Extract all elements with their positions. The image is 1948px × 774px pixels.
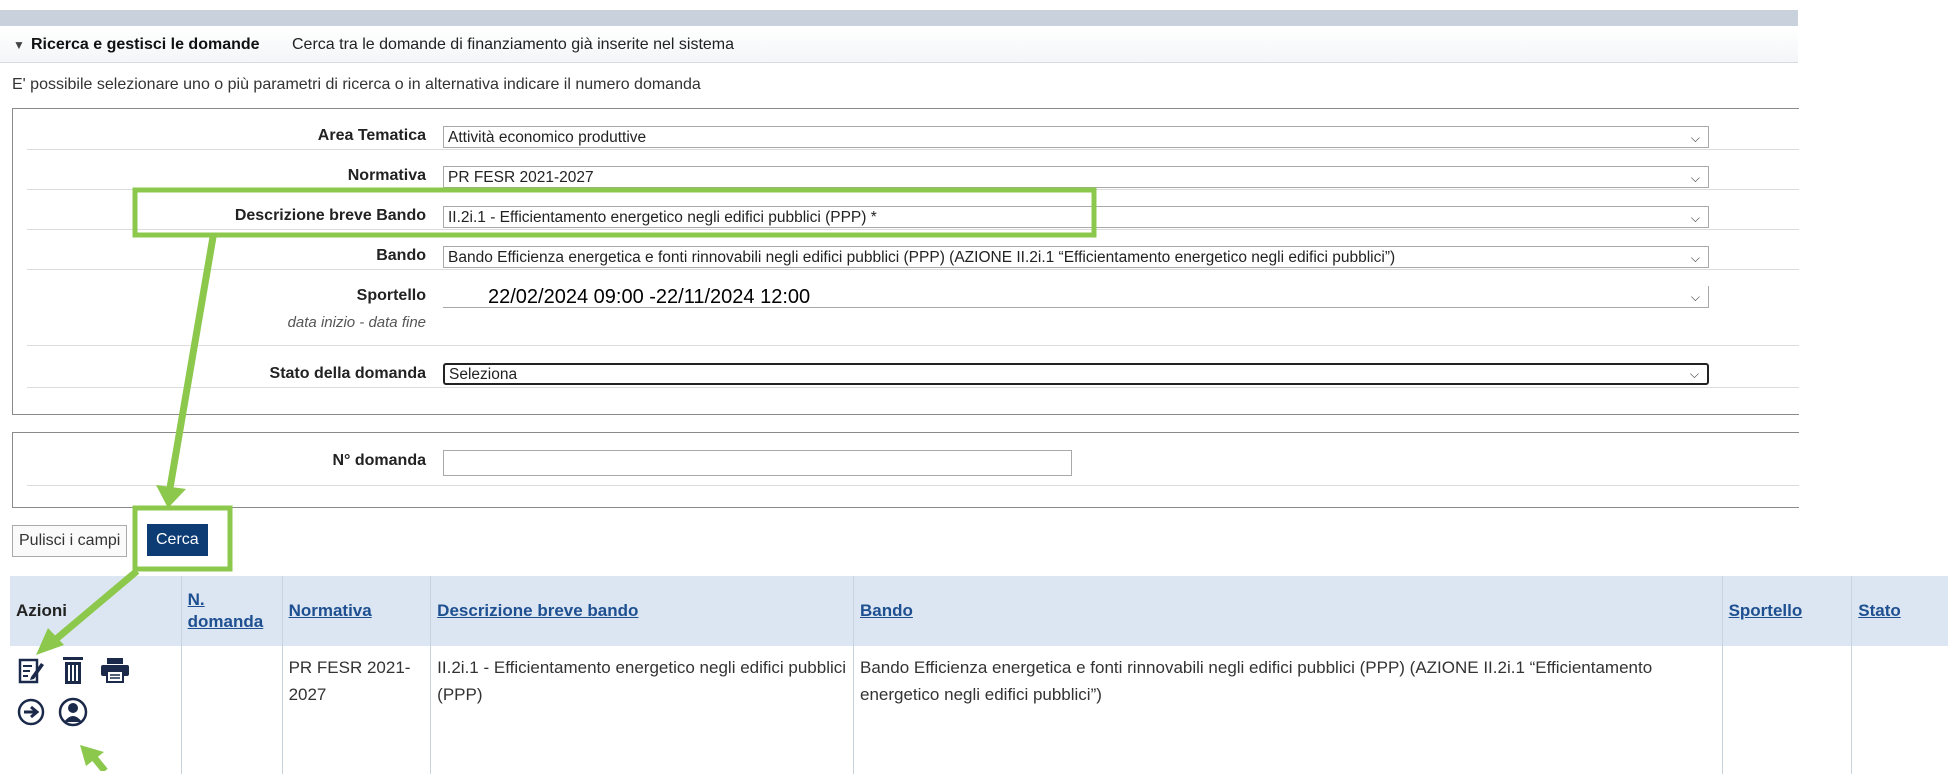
area-tematica-value: Attività economico produttive [448,129,647,146]
col-azioni: Azioni [10,576,182,646]
top-bar [0,10,1798,26]
table-header-row: Azioni N. domanda Normativa Descrizione … [10,576,1948,646]
results-table: Azioni N. domanda Normativa Descrizione … [10,576,1948,774]
normativa-value: PR FESR 2021-2027 [448,169,594,186]
sportello-value: 22/02/2024 09:00 -22/11/2024 12:00 [488,286,811,308]
table-row: PR FESR 2021-2027 II.2i.1 - Efficientame… [10,646,1948,774]
cell-n-domanda [181,646,283,774]
row-normativa: Normativa PR FESR 2021-2027 ⌵ [27,149,1799,190]
cell-stato [1852,646,1948,774]
cell-sportello [1722,646,1853,774]
chevron-down-icon: ⌵ [1689,367,1699,381]
row-numero: N° domanda [27,433,1799,486]
col-normativa[interactable]: Normativa [282,576,432,646]
numero-domanda-form: N° domanda [12,432,1799,508]
stato-select[interactable]: Seleziona ⌵ [443,363,1709,385]
section-subtitle: Cerca tra le domande di finanziamento gi… [292,36,735,53]
row-area-tematica: Area Tematica Attività economico produtt… [27,109,1799,150]
row-descrizione: Descrizione breve Bando II.2i.1 - Effici… [27,189,1799,230]
n-domanda-link-2[interactable]: domanda [188,612,264,631]
sportello-label: Sportello [356,287,426,304]
edit-icon[interactable] [16,654,46,686]
col-stato[interactable]: Stato [1851,576,1948,646]
row-stato: Stato della domanda Seleziona ⌵ [27,345,1799,388]
descrizione-label: Descrizione breve Bando [234,207,426,224]
bando-select[interactable]: Bando Efficienza energetica e fonti rinn… [443,246,1709,268]
chevron-down-icon: ⌵ [1690,131,1700,145]
print-icon[interactable] [100,654,130,686]
stato-label: Stato della domanda [269,365,426,382]
arrow-right-circle-icon[interactable] [16,696,46,728]
normativa-label: Normativa [347,167,426,184]
sportello-sort-link[interactable]: Sportello [1729,601,1803,620]
col-n-domanda[interactable]: N. domanda [181,576,283,646]
bando-value: Bando Efficienza energetica e fonti rinn… [448,249,1396,266]
search-form: Area Tematica Attività economico produtt… [12,108,1799,415]
numero-domanda-label: N° domanda [332,452,426,469]
row-sportello: Sportello data inizio - data fine ⌵ [27,269,1799,346]
col-descrizione[interactable]: Descrizione breve bando [430,576,854,646]
intro-text: E' possibile selezionare uno o più param… [12,76,701,93]
col-sportello[interactable]: Sportello [1722,576,1853,646]
bando-sort-link[interactable]: Bando [860,601,913,620]
numero-domanda-input[interactable] [443,450,1072,476]
pulisci-button[interactable]: Pulisci i campi [12,525,128,557]
row-bando: Bando Bando Efficienza energetica e font… [27,229,1799,270]
chevron-down-icon: ⌵ [1690,290,1700,304]
cell-descrizione: II.2i.1 - Efficientamento energetico neg… [430,646,854,774]
descrizione-sort-link[interactable]: Descrizione breve bando [437,601,638,620]
collapse-triangle-icon[interactable]: ▼ [13,38,25,52]
chevron-down-icon: ⌵ [1690,251,1700,265]
area-tematica-select[interactable]: Attività economico produttive ⌵ [443,126,1709,148]
normativa-select[interactable]: PR FESR 2021-2027 ⌵ [443,166,1709,188]
descrizione-select[interactable]: II.2i.1 - Efficientamento energetico neg… [443,206,1709,228]
cell-azioni [10,646,182,774]
chevron-down-icon: ⌵ [1690,211,1700,225]
cell-bando: Bando Efficienza energetica e fonti rinn… [853,646,1723,774]
cerca-button[interactable]: Cerca [147,524,208,556]
stato-value: Seleziona [449,366,518,383]
col-bando[interactable]: Bando [853,576,1723,646]
n-domanda-link-1[interactable]: N. [188,590,205,609]
section-title: Ricerca e gestisci le domande [31,36,260,53]
trash-icon[interactable] [58,654,88,686]
cell-normativa: PR FESR 2021-2027 [282,646,432,774]
area-tematica-label: Area Tematica [317,127,426,144]
section-header[interactable]: ▼ Ricerca e gestisci le domande Cerca tr… [0,28,1798,63]
normativa-sort-link[interactable]: Normativa [289,601,372,620]
user-circle-icon[interactable] [58,696,88,728]
stato-sort-link[interactable]: Stato [1858,601,1901,620]
descrizione-value: II.2i.1 - Efficientamento energetico neg… [448,209,877,226]
chevron-down-icon: ⌵ [1690,171,1700,185]
sportello-sublabel: data inizio - data fine [287,314,426,331]
bando-label: Bando [376,247,426,264]
